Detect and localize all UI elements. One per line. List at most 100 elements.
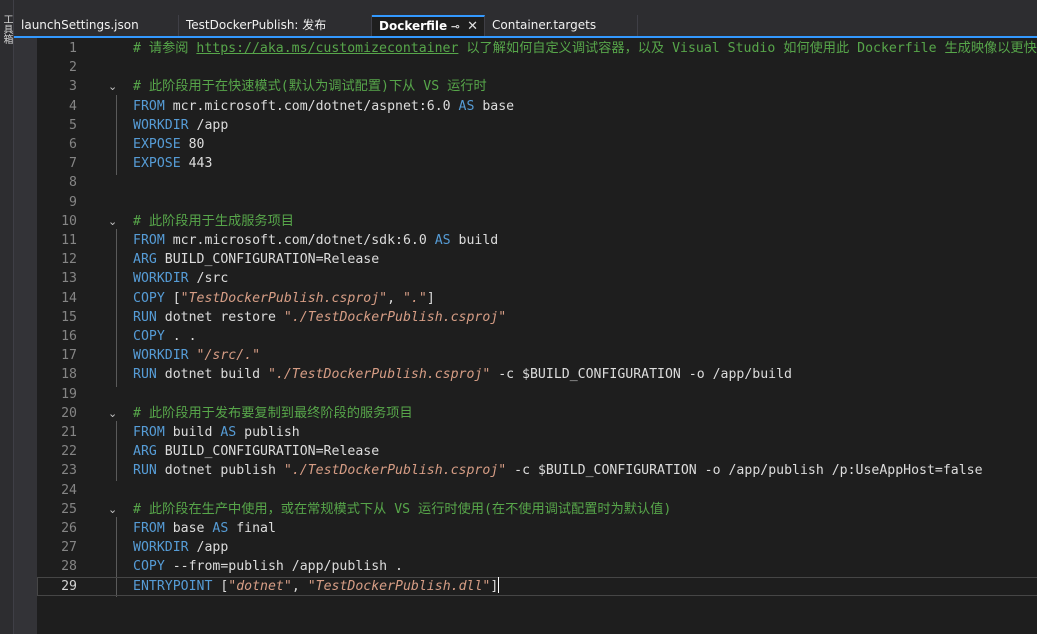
code-token: https://aka.ms/customizecontainer: [196, 41, 459, 56]
code-line[interactable]: 28 COPY --from=publish /app/publish .: [37, 557, 1037, 576]
code-text[interactable]: WORKDIR /app: [133, 538, 228, 557]
code-token: # 此阶段用于生成服务项目: [133, 213, 294, 229]
code-line[interactable]: 20 ⌄ # 此阶段用于发布要复制到最终阶段的服务项目: [37, 404, 1037, 423]
line-number: 6: [69, 137, 77, 152]
code-line[interactable]: 18 RUN dotnet build "./TestDockerPublish.…: [37, 365, 1037, 384]
code-editor[interactable]: 1 # 请参阅 https://aka.ms/customizecontainer…: [37, 38, 1037, 634]
line-number: 26: [61, 521, 77, 536]
line-number: 9: [69, 194, 77, 210]
line-number: 12: [61, 252, 77, 268]
code-text[interactable]: FROM mcr.microsoft.com/dotnet/sdk:6.0 AS…: [133, 231, 498, 250]
code-text[interactable]: ARG BUILD_CONFIGURATION=Release: [133, 250, 379, 269]
line-number: 5: [69, 117, 77, 133]
code-token: FROM: [133, 521, 165, 536]
code-line[interactable]: 17 WORKDIR "/src/.": [37, 346, 1037, 365]
code-line[interactable]: 14 COPY ["TestDockerPublish.csproj", "."]: [37, 289, 1037, 308]
code-token: mcr.microsoft.com/dotnet/aspnet:6.0: [164, 98, 459, 114]
pin-icon[interactable]: ⊸: [451, 17, 460, 36]
code-text[interactable]: ARG BUILD_CONFIGURATION=Release: [133, 442, 379, 461]
code-line[interactable]: 10 ⌄ # 此阶段用于生成服务项目: [37, 212, 1037, 231]
code-line[interactable]: 23 RUN dotnet publish "./TestDockerPublis…: [37, 461, 1037, 480]
code-line[interactable]: 6 EXPOSE 80: [37, 135, 1037, 154]
code-line[interactable]: 25 ⌄ # 此阶段在生产中使用，或在常规模式下从 VS 运行时使用(在不使用调试配…: [37, 500, 1037, 519]
code-line[interactable]: 4 FROM mcr.microsoft.com/dotnet/aspnet:6.…: [37, 97, 1037, 116]
fold-chevron-icon[interactable]: ⌄: [108, 404, 120, 423]
line-number: 1: [69, 41, 77, 56]
code-text[interactable]: FROM base AS final: [133, 519, 276, 538]
code-token: # 此阶段在生产中使用，或在常规模式下从 VS 运行时使用(在不使用调试配置时为…: [133, 501, 672, 517]
line-number: 4: [69, 98, 77, 114]
code-text[interactable]: RUN dotnet publish "./TestDockerPublish.…: [133, 461, 983, 480]
code-text[interactable]: # 此阶段用于发布要复制到最终阶段的服务项目: [133, 404, 413, 423]
line-number: 3: [69, 79, 77, 95]
code-text[interactable]: COPY . .: [133, 327, 197, 346]
code-line[interactable]: 1 # 请参阅 https://aka.ms/customizecontainer…: [37, 39, 1037, 58]
code-line[interactable]: 15 RUN dotnet restore "./TestDockerPublis…: [37, 308, 1037, 327]
code-token: ]: [490, 578, 499, 594]
code-text[interactable]: # 此阶段在生产中使用，或在常规模式下从 VS 运行时使用(在不使用调试配置时为…: [133, 500, 671, 519]
code-text[interactable]: RUN dotnet build "./TestDockerPublish.cs…: [133, 365, 792, 384]
code-text[interactable]: RUN dotnet restore "./TestDockerPublish.…: [133, 308, 506, 327]
line-number: 28: [61, 559, 77, 575]
code-token: # 请参阅: [133, 41, 197, 56]
code-token: WORKDIR: [133, 117, 189, 133]
code-token: RUN: [133, 309, 157, 325]
code-line[interactable]: 12 ARG BUILD_CONFIGURATION=Release: [37, 250, 1037, 269]
code-line[interactable]: 24: [37, 481, 1037, 500]
code-text[interactable]: EXPOSE 443: [133, 154, 212, 173]
code-line[interactable]: 22 ARG BUILD_CONFIGURATION=Release: [37, 442, 1037, 461]
fold-chevron-icon[interactable]: ⌄: [108, 212, 120, 231]
code-token: dotnet publish: [156, 463, 284, 479]
toolbox-label[interactable]: 工具箱: [0, 14, 13, 44]
code-line[interactable]: 26 FROM base AS final: [37, 519, 1037, 538]
glyph-margin[interactable]: [14, 38, 37, 634]
code-line[interactable]: 5 WORKDIR /app: [37, 116, 1037, 135]
code-token: FROM: [133, 233, 165, 248]
code-line[interactable]: 21 FROM build AS publish: [37, 423, 1037, 442]
line-number: 18: [61, 367, 77, 383]
code-token: COPY: [133, 329, 165, 344]
tab-label: launchSettings.json: [21, 18, 139, 32]
code-text[interactable]: WORKDIR /app: [133, 116, 228, 135]
code-line[interactable]: 19: [37, 385, 1037, 404]
line-number: 27: [61, 540, 77, 556]
fold-chevron-icon[interactable]: ⌄: [108, 500, 120, 519]
code-text[interactable]: # 此阶段用于生成服务项目: [133, 212, 294, 231]
code-text[interactable]: COPY ["TestDockerPublish.csproj", "."]: [133, 289, 435, 308]
code-line[interactable]: 3 ⌄ # 此阶段用于在快速模式(默认为调试配置)下从 VS 运行时: [37, 77, 1037, 96]
code-text[interactable]: EXPOSE 80: [133, 135, 204, 154]
code-line[interactable]: 16 COPY . .: [37, 327, 1037, 346]
code-token: "TestDockerPublish.csproj": [180, 290, 388, 306]
tab-launchsettings[interactable]: launchSettings.json: [14, 15, 179, 36]
code-line[interactable]: 27 WORKDIR /app: [37, 538, 1037, 557]
line-number: 22: [61, 444, 77, 460]
code-text[interactable]: WORKDIR /src: [133, 269, 228, 288]
code-line[interactable]: 11 FROM mcr.microsoft.com/dotnet/sdk:6.0 …: [37, 231, 1037, 250]
text-caret: [498, 576, 500, 593]
tab-publish[interactable]: TestDockerPublish: 发布: [179, 15, 372, 36]
fold-chevron-icon[interactable]: ⌄: [108, 77, 120, 96]
code-text[interactable]: FROM mcr.microsoft.com/dotnet/aspnet:6.0…: [133, 97, 514, 116]
code-text[interactable]: # 请参阅 https://aka.ms/customizecontainer …: [133, 39, 1037, 58]
code-token: COPY: [133, 290, 165, 306]
code-text[interactable]: # 此阶段用于在快速模式(默认为调试配置)下从 VS 运行时: [133, 77, 487, 96]
code-line[interactable]: 13 WORKDIR /src: [37, 269, 1037, 288]
code-token: ]: [426, 290, 435, 306]
tab-container-targets[interactable]: Container.targets: [485, 15, 638, 36]
code-token: base: [164, 521, 213, 536]
line-number: 2: [69, 60, 77, 76]
document-tab-bar: launchSettings.json TestDockerPublish: 发…: [14, 0, 1037, 36]
close-icon[interactable]: ✕: [467, 17, 478, 36]
code-line[interactable]: 9: [37, 193, 1037, 212]
code-line[interactable]: 7 EXPOSE 443: [37, 154, 1037, 173]
code-text[interactable]: COPY --from=publish /app/publish .: [133, 557, 403, 576]
code-text[interactable]: ENTRYPOINT ["dotnet", "TestDockerPublish…: [133, 576, 500, 596]
code-line[interactable]: 8: [37, 173, 1037, 192]
toolbox-side-panel[interactable]: 工具箱: [0, 0, 14, 634]
tab-label: Dockerfile: [379, 19, 448, 33]
code-text[interactable]: FROM build AS publish: [133, 423, 300, 442]
code-line[interactable]: 29 ENTRYPOINT ["dotnet", "TestDockerPubli…: [37, 576, 1037, 596]
code-text[interactable]: WORKDIR "/src/.": [133, 346, 260, 365]
code-line[interactable]: 2: [37, 58, 1037, 77]
tab-dockerfile[interactable]: Dockerfile ⊸ ✕: [372, 15, 485, 36]
